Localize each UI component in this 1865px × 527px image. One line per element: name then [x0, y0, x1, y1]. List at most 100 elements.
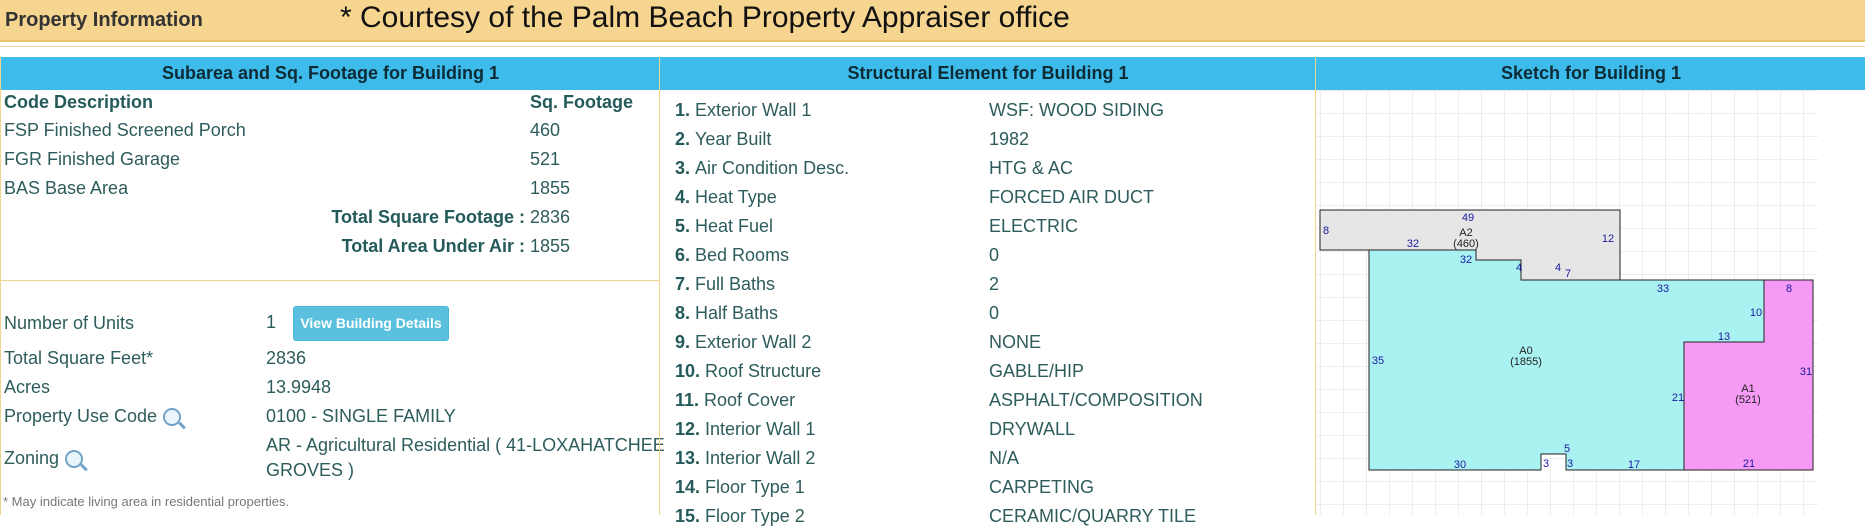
- total-feet-label: Total Square Feet*: [4, 348, 154, 368]
- view-building-details-button[interactable]: View Building Details: [293, 306, 449, 341]
- structural-row-label: Roof Cover: [704, 390, 796, 410]
- dim-label: 32: [1407, 238, 1419, 250]
- structural-row-label: Heat Fuel: [695, 216, 774, 236]
- use-code-value: 0100 - SINGLE FAMILY: [266, 406, 456, 426]
- dim-label: 31: [1800, 366, 1812, 378]
- dim-label: 49: [1462, 212, 1474, 224]
- structural-row-label: Floor Type 2: [705, 506, 805, 526]
- subarea-panel: Subarea and Sq. Footage for Building 1 C…: [0, 57, 665, 515]
- structural-row-label: Year Built: [695, 129, 772, 149]
- use-code-row: Property Use Code: [4, 406, 182, 427]
- dim-label: 8: [1323, 225, 1329, 237]
- structural-row-label: Heat Type: [695, 187, 777, 207]
- subarea-desc: FSP Finished Screened Porch: [4, 120, 246, 140]
- structural-row: 14. Floor Type 1: [675, 477, 805, 498]
- page-title: Property Information: [5, 9, 203, 31]
- structural-row-number: 7.: [675, 274, 691, 294]
- structural-row-value: CERAMIC/QUARRY TILE: [989, 506, 1197, 526]
- structural-row-number: 10.: [675, 361, 701, 381]
- section-divider: [1, 280, 660, 281]
- total-sqft-label: Total Square Footage :: [331, 207, 525, 227]
- structural-row-label: Interior Wall 1: [705, 419, 816, 439]
- property-info-bar: Property Information * Courtesy of the P…: [0, 0, 1865, 42]
- structural-row-value: GABLE/HIP: [989, 361, 1085, 381]
- structural-row-value: 0: [989, 245, 1000, 265]
- acres-value: 13.9948: [266, 377, 332, 397]
- units-value: 1: [266, 312, 277, 332]
- structural-row-label: Exterior Wall 1: [695, 100, 812, 120]
- structural-row-label: Exterior Wall 2: [695, 332, 812, 352]
- structural-row: 6. Bed Rooms: [675, 245, 789, 266]
- structural-row: 2. Year Built: [675, 129, 771, 150]
- total-feet-value: 2836: [266, 348, 307, 368]
- subarea-desc: BAS Base Area: [4, 178, 129, 198]
- structural-row-value: 2: [989, 274, 1000, 294]
- area-sqft-a1: (521): [1735, 394, 1761, 406]
- structural-row-number: 5.: [675, 216, 691, 236]
- structural-row-number: 11.: [675, 390, 700, 410]
- structural-row-value: 1982: [989, 129, 1030, 149]
- structural-row-value: FORCED AIR DUCT: [989, 187, 1155, 207]
- total-sqft-value: 2836: [530, 207, 571, 227]
- structural-heading: Structural Element for Building 1: [660, 57, 1316, 90]
- structural-row-number: 13.: [675, 448, 701, 468]
- structural-row-value: ASPHALT/COMPOSITION: [989, 390, 1203, 410]
- acres-label: Acres: [4, 377, 51, 397]
- structural-row-value: HTG & AC: [989, 158, 1074, 178]
- structural-row: 15. Floor Type 2: [675, 506, 805, 527]
- structural-row-label: Roof Structure: [705, 361, 822, 381]
- structural-panel: Structural Element for Building 1 1. Exte…: [659, 57, 1316, 526]
- dim-label: 33: [1657, 283, 1669, 295]
- structural-row-label: Bed Rooms: [695, 245, 790, 265]
- dim-label: 4: [1516, 262, 1522, 274]
- zoning-label: Zoning: [4, 448, 60, 468]
- structural-row: 12. Interior Wall 1: [675, 419, 815, 440]
- sketch-heading: Sketch for Building 1: [1316, 57, 1865, 90]
- structural-row: 10. Roof Structure: [675, 361, 821, 382]
- structural-row-number: 6.: [675, 245, 691, 265]
- dim-label: 30: [1454, 459, 1466, 471]
- dim-label: 21: [1743, 458, 1755, 470]
- dim-label: 7: [1565, 268, 1571, 280]
- structural-row-value: CARPETING: [989, 477, 1095, 497]
- use-code-label: Property Use Code: [4, 406, 158, 426]
- zoning-value-line1: AR - Agricultural Residential ( 41-LOXAH…: [266, 435, 665, 455]
- subarea-sqft: 521: [530, 149, 561, 169]
- structural-row-value: DRYWALL: [989, 419, 1076, 439]
- structural-row-number: 3.: [675, 158, 691, 178]
- dim-label: 3: [1567, 458, 1573, 470]
- structural-row-number: 14.: [675, 477, 701, 497]
- structural-row-value: N/A: [989, 448, 1020, 468]
- zoning-row: Zoning: [4, 448, 84, 469]
- structural-row-number: 1.: [675, 100, 691, 120]
- total-air-label: Total Area Under Air :: [341, 236, 525, 256]
- structural-row: 8. Half Baths: [675, 303, 778, 324]
- structural-row-number: 15.: [675, 506, 701, 526]
- structural-row: 7. Full Baths: [675, 274, 775, 295]
- structural-row: 13. Interior Wall 2: [675, 448, 815, 469]
- structural-row: 1. Exterior Wall 1: [675, 100, 811, 121]
- magnifier-icon[interactable]: [163, 408, 182, 427]
- structural-row: 3. Air Condition Desc.: [675, 158, 849, 179]
- subarea-sqft: 1855: [530, 178, 571, 198]
- structural-row: 5. Heat Fuel: [675, 216, 773, 237]
- structural-row-label: Air Condition Desc.: [695, 158, 850, 178]
- structural-row-value: NONE: [989, 332, 1042, 352]
- code-description-header: Code Description: [4, 92, 154, 112]
- dim-label: 12: [1602, 233, 1614, 245]
- dim-label: 5: [1564, 443, 1570, 455]
- magnifier-icon[interactable]: [65, 450, 84, 469]
- dim-label: 17: [1628, 459, 1640, 471]
- footnote: * May indicate living area in residentia…: [3, 494, 290, 509]
- subarea-heading: Subarea and Sq. Footage for Building 1: [1, 57, 660, 90]
- dim-label: 10: [1750, 307, 1762, 319]
- building-sketch: A2 (460) A0 (1855) A1 (521) 49 8 32 12 3…: [1316, 90, 1818, 515]
- structural-row-number: 4.: [675, 187, 691, 207]
- dim-label: 32: [1460, 254, 1472, 266]
- structural-row: 11. Roof Cover: [675, 390, 795, 411]
- subarea-desc: FGR Finished Garage: [4, 149, 181, 169]
- structural-row-label: Full Baths: [695, 274, 776, 294]
- structural-row-value: ELECTRIC: [989, 216, 1079, 236]
- dim-label: 13: [1718, 331, 1730, 343]
- units-label: Number of Units: [4, 313, 135, 333]
